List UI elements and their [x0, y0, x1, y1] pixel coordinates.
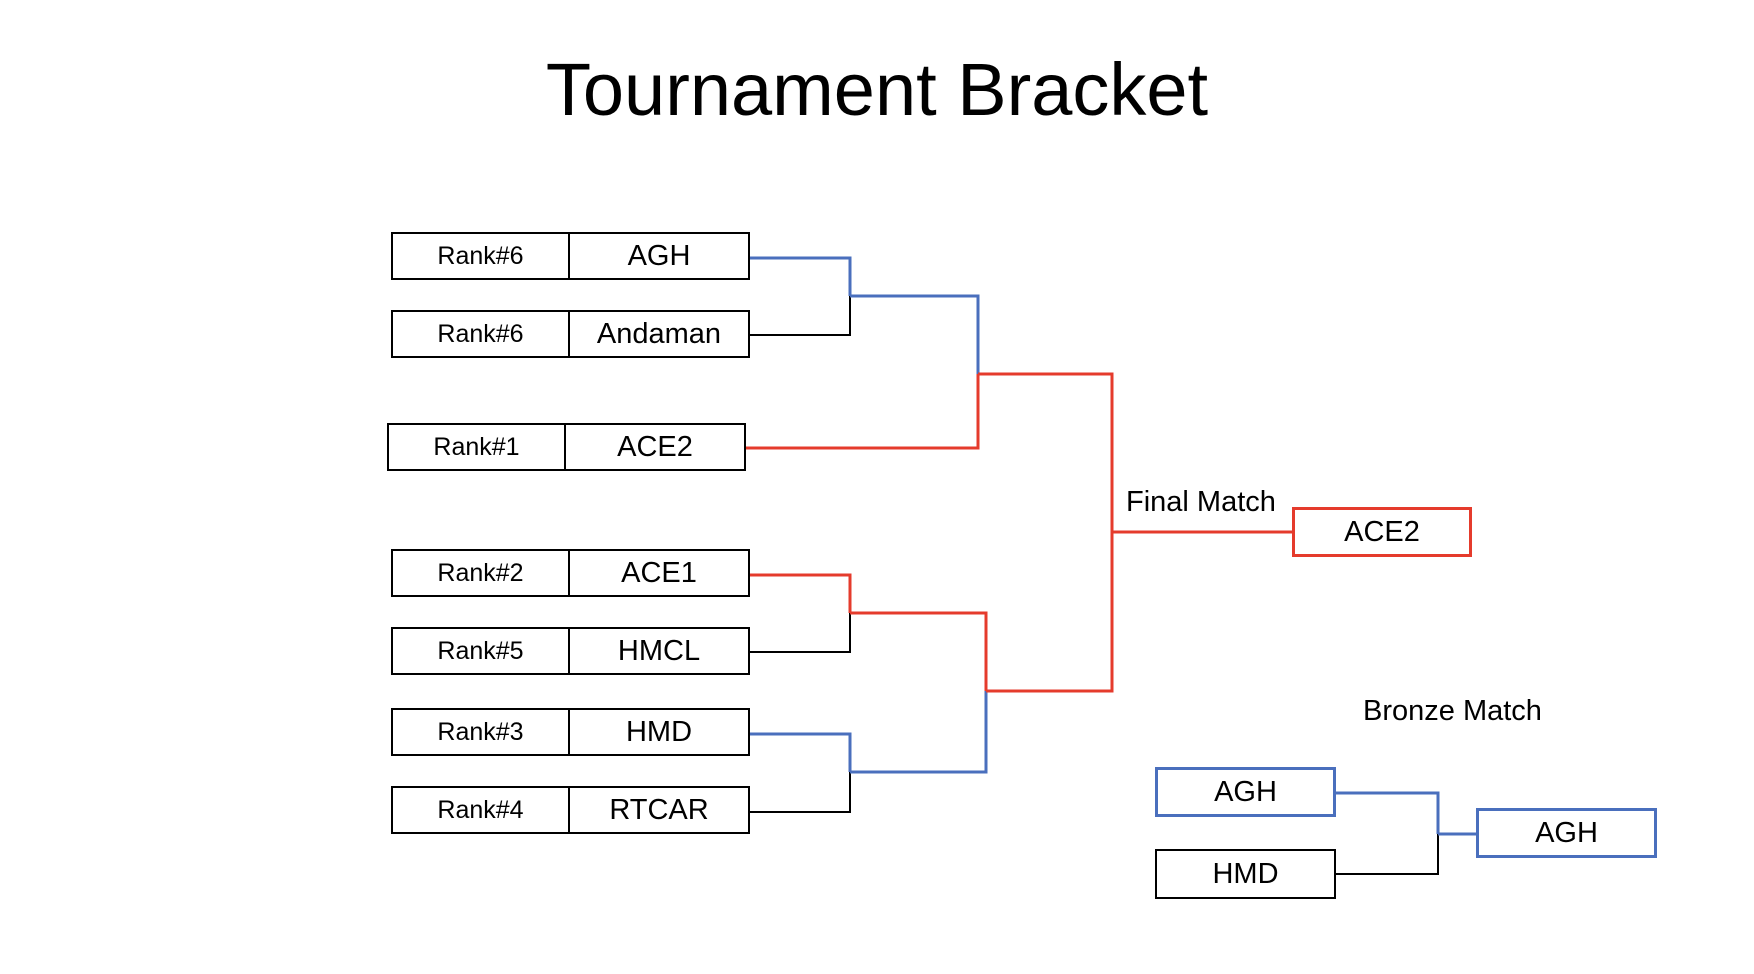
seed-team: ACE1	[621, 556, 697, 589]
connector-rtcar	[750, 772, 851, 813]
seed-rank: Rank#6	[393, 312, 570, 356]
bronze-team-b-box: HMD	[1155, 849, 1336, 899]
seed-team: RTCAR	[609, 793, 709, 826]
seed-rank: Rank#1	[389, 425, 566, 469]
seed-rank: Rank#6	[393, 234, 570, 278]
seed-row: Rank#6 AGH	[391, 232, 750, 280]
connector-semi2-red	[850, 611, 988, 691]
seed-team: Andaman	[596, 317, 722, 350]
seed-row: Rank#4 RTCAR	[391, 786, 750, 834]
connector-semi1-blue	[850, 294, 980, 374]
seed-rank: Rank#5	[393, 629, 570, 673]
connector-hmcl	[750, 613, 851, 653]
bronze-winner-box: AGH	[1476, 808, 1657, 858]
final-match-label: Final Match	[1126, 486, 1276, 518]
connector-ace2	[746, 374, 980, 450]
seed-row: Rank#1 ACE2	[387, 423, 746, 471]
seed-row: Rank#6 Andaman	[391, 310, 750, 358]
seed-rank: Rank#3	[393, 710, 570, 754]
seed-row: Rank#2 ACE1	[391, 549, 750, 597]
seed-rank: Rank#2	[393, 551, 570, 595]
seed-row: Rank#3 HMD	[391, 708, 750, 756]
seed-team: ACE2	[617, 430, 693, 463]
connector-semi2-winner	[986, 532, 1114, 693]
bronze-match-label: Bronze Match	[1363, 695, 1542, 727]
seed-team: AGH	[627, 239, 691, 272]
connector-ace1	[750, 573, 852, 613]
connector-agh	[750, 256, 852, 296]
connector-hmd	[750, 732, 852, 772]
seed-row: Rank#5 HMCL	[391, 627, 750, 675]
seed-team: HMD	[625, 715, 693, 748]
connector-andaman	[750, 296, 851, 336]
connector-bronze-hmd	[1336, 834, 1439, 875]
bronze-team-a-box: AGH	[1155, 767, 1336, 817]
connector-semi1-winner	[978, 372, 1114, 532]
seed-rank: Rank#4	[393, 788, 570, 832]
seed-team: HMCL	[617, 634, 701, 667]
connector-semi2-blue	[850, 691, 988, 774]
connector-bronze-agh	[1336, 791, 1440, 834]
final-winner-box: ACE2	[1292, 507, 1472, 557]
